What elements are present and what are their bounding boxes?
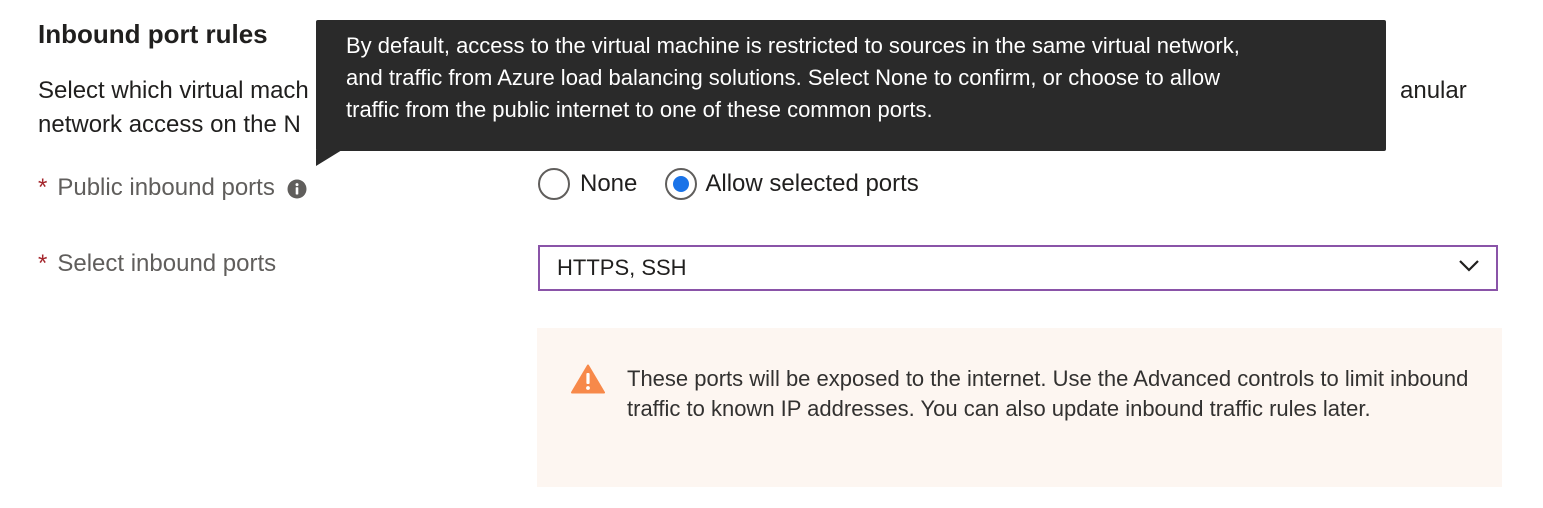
radio-none-label[interactable]: None — [580, 170, 637, 198]
info-tooltip: By default, access to the virtual machin… — [316, 20, 1386, 151]
warning-text: These ports will be exposed to the inter… — [627, 366, 1469, 421]
inbound-port-rules-page: Inbound port rules Select which virtual … — [0, 0, 1543, 508]
radio-allow-selected-ports-label[interactable]: Allow selected ports — [705, 170, 918, 198]
select-inbound-ports-label-text: Select inbound ports — [57, 250, 277, 277]
radio-selected-dot — [673, 176, 690, 192]
tooltip-line-1: By default, access to the virtual machin… — [346, 33, 1240, 58]
radio-allow-selected-ports[interactable]: Allow selected ports — [665, 168, 919, 200]
required-marker: * — [38, 250, 48, 277]
radio-none[interactable]: None — [538, 168, 637, 200]
description-tail: anular — [1400, 77, 1467, 104]
select-inbound-ports-dropdown[interactable]: HTTPS, SSH — [538, 245, 1498, 291]
warning-icon — [571, 364, 605, 394]
select-inbound-ports-label: * Select inbound ports — [38, 249, 276, 279]
public-inbound-ports-radio-group: None Allow selected ports — [538, 168, 919, 200]
public-inbound-ports-label: * Public inbound ports — [38, 173, 307, 203]
public-inbound-ports-label-text: Public inbound ports — [57, 174, 275, 201]
radio-none-circle[interactable] — [538, 168, 570, 200]
tooltip-line-2: and traffic from Azure load balancing so… — [346, 65, 1220, 90]
section-title: Inbound port rules — [38, 19, 268, 49]
description-line-1: Select which virtual mach — [38, 77, 309, 104]
description-line-2: network access on the N — [38, 111, 301, 138]
info-icon[interactable] — [287, 179, 307, 199]
section-description: Select which virtual mach network access… — [38, 74, 309, 142]
tooltip-text: By default, access to the virtual machin… — [346, 30, 1366, 126]
required-marker: * — [38, 174, 48, 201]
tooltip-line-3: traffic from the public internet to one … — [346, 97, 933, 122]
tooltip-beak — [316, 150, 342, 166]
chevron-down-icon — [1458, 259, 1480, 278]
warning-message-bar: These ports will be exposed to the inter… — [537, 328, 1502, 487]
dropdown-selected-value: HTTPS, SSH — [557, 255, 687, 280]
radio-allow-selected-ports-circle[interactable] — [665, 168, 698, 200]
